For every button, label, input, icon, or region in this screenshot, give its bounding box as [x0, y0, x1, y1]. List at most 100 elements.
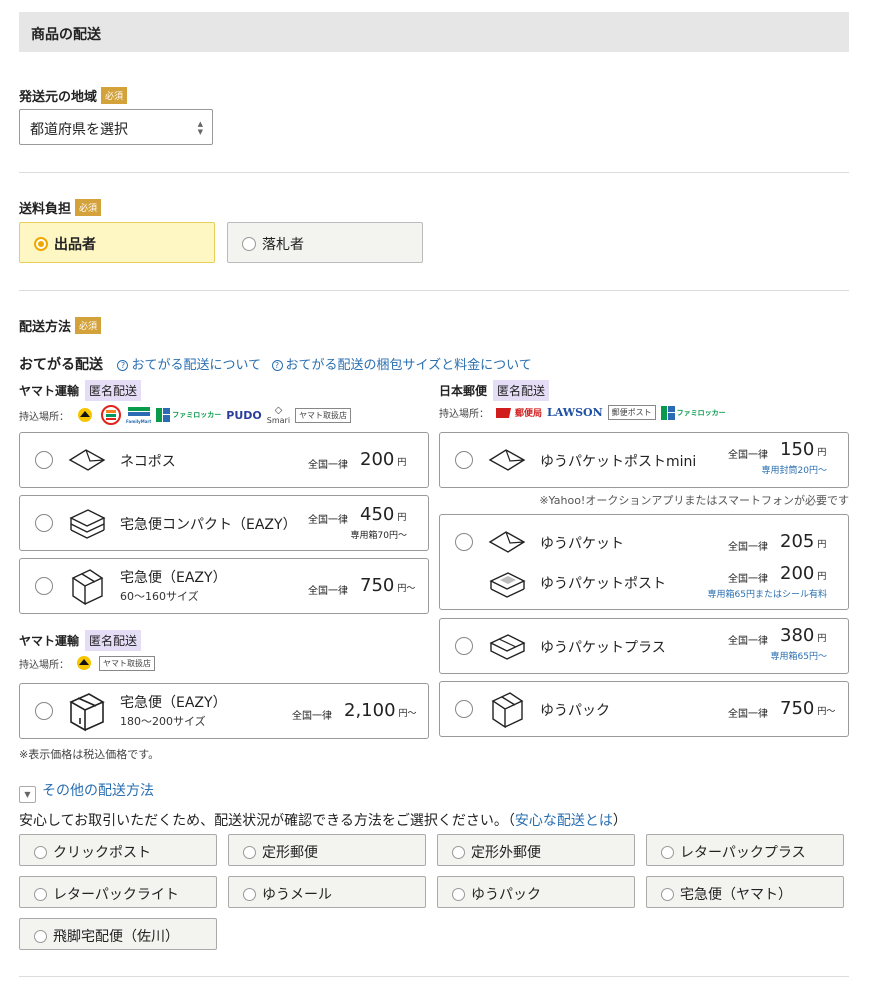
anon-badge: 匿名配送 [493, 380, 550, 401]
shipping-option-nekopos[interactable]: ネコポス 全国一律 200 円 [19, 432, 429, 488]
payer-option-seller[interactable]: 出品者 [19, 222, 215, 263]
otegaru-about-link[interactable]: ? おてがる配送について [117, 358, 261, 373]
other-option-teikeigai[interactable]: 定形外郵便 [437, 834, 635, 866]
price-unit: 円 [817, 634, 827, 644]
kuroneko-logo-icon [74, 655, 94, 671]
smari-logo-mark: ◇ [274, 405, 283, 416]
price-value: 750 [360, 575, 395, 596]
other-option-yumail[interactable]: ゆうメール [228, 876, 426, 908]
pudo-logo-icon: PUDO [226, 408, 262, 422]
shipping-option-takkyubin[interactable]: 宅急便（EAZY） 60〜160サイズ 全国一律 750 円〜 [19, 558, 429, 614]
post-office-logo-icon: 郵便局 [494, 406, 542, 420]
carrier-name: ヤマト運輸 [19, 384, 80, 398]
other-option-label: 宅急便（ヤマト） [680, 887, 792, 903]
radio-icon [455, 700, 473, 718]
packet-post-box-icon [489, 572, 526, 598]
otegaru-size-link-text: おてがる配送の梱包サイズと料金について [285, 358, 532, 373]
option-price: 750 円〜 [780, 698, 835, 719]
dropoff-label: 持込場所： [439, 409, 489, 420]
yamato-carrier-large: ヤマト運輸 匿名配送 [19, 630, 142, 651]
origin-label: 発送元の地域 必須 [19, 86, 128, 105]
radio-icon [452, 846, 465, 859]
radio-icon [661, 846, 674, 859]
option-note: 専用箱65円〜 [770, 652, 827, 662]
prefecture-select[interactable]: 都道府県を選択 ▲ ▼ [19, 109, 213, 145]
radio-icon [661, 888, 674, 901]
option-name: ゆうパケットポスト [540, 576, 666, 592]
other-option-letterpack-plus[interactable]: レターパックプラス [646, 834, 844, 866]
smari-logo-icon: ◇ Smari [267, 405, 290, 425]
other-methods-toggle[interactable]: ▼ その他の配送方法 [19, 780, 154, 803]
radio-checked-icon [34, 237, 48, 251]
uniform-label: 全国一律 [308, 515, 348, 526]
shipping-option-takkyubin-large[interactable]: 宅急便（EAZY） 180〜200サイズ 全国一律 2,100 円〜 [19, 683, 429, 739]
kuroneko-logo-icon [74, 406, 96, 424]
dropoff-label: 持込場所： [19, 659, 69, 671]
other-option-letterpack-light[interactable]: レターパックライト [19, 876, 217, 908]
option-name: ゆうパケットポストmini [540, 454, 697, 470]
uniform-label: 全国一律 [728, 709, 768, 720]
price-value: 150 [780, 439, 815, 460]
shipping-option-yupacket-plus[interactable]: ゆうパケットプラス 全国一律 380 円 専用箱65円〜 [439, 618, 849, 674]
uniform-label: 全国一律 [728, 636, 768, 647]
payer-option-label: 出品者 [54, 237, 96, 253]
other-option-label: レターパックライト [53, 887, 179, 903]
payer-option-buyer[interactable]: 落札者 [227, 222, 423, 263]
other-methods-toggle-text: その他の配送方法 [42, 783, 154, 799]
carrier-name: 日本郵便 [439, 384, 488, 398]
option-price: 205 円 [780, 531, 826, 552]
other-option-click-post[interactable]: クリックポスト [19, 834, 217, 866]
japanpost-dropoff: 持込場所： 郵便局 LAWSON 郵便ポスト ファミロッカー [439, 405, 726, 420]
compact-box-icon [69, 509, 106, 539]
option-price: 750 円〜 [360, 575, 415, 596]
notice-text: 安心してお取引いただくため、配送状況が確認できる方法をご選択ください。（ [19, 813, 515, 829]
uniform-label: 全国一律 [292, 711, 332, 722]
radio-icon [35, 702, 53, 720]
radio-icon [455, 637, 473, 655]
shipping-option-yupacket-post-mini[interactable]: ゆうパケットポストmini 全国一律 150 円 専用封筒20円〜 [439, 432, 849, 488]
price-unit: 円〜 [817, 707, 836, 717]
option-name: 宅急便コンパクト（EAZY） [120, 517, 297, 533]
shipping-option-yupack[interactable]: ゆうパック 全国一律 750 円〜 [439, 681, 849, 737]
radio-icon [455, 533, 473, 551]
option-name: 宅急便（EAZY） [120, 570, 227, 586]
tax-note: ※表示価格は税込価格です。 [19, 748, 160, 761]
radio-icon [34, 930, 47, 943]
option-note: 専用封筒20円〜 [761, 466, 827, 476]
carrier-name: ヤマト運輸 [19, 634, 80, 648]
option-name: ゆうパケット [540, 536, 624, 552]
option-price: 200 円 [360, 449, 406, 470]
payer-label-text: 送料負担 [19, 202, 72, 217]
price-value: 750 [780, 698, 815, 719]
yamato-store-tag: ヤマト取扱店 [99, 655, 155, 671]
radio-icon [452, 888, 465, 901]
safe-shipping-link[interactable]: 安心な配送とは [515, 813, 613, 829]
option-name: 宅急便（EAZY） [120, 695, 227, 711]
shipping-option-compact[interactable]: 宅急便コンパクト（EAZY） 全国一律 450 円 専用箱70円〜 [19, 495, 429, 551]
other-option-teikei[interactable]: 定形郵便 [228, 834, 426, 866]
other-option-sagawa[interactable]: 飛脚宅配便（佐川） [19, 918, 217, 950]
price-value: 205 [780, 531, 815, 552]
option-note: 専用箱65円またはシール有料 [707, 590, 827, 600]
packet-plus-box-icon [489, 634, 526, 660]
envelope-icon [68, 449, 106, 471]
price-value: 200 [360, 449, 395, 470]
otegaru-header: おてがる配送 ? おてがる配送について ? おてがる配送の梱包サイズと料金について [19, 354, 532, 374]
other-option-label: 飛脚宅配便（佐川） [53, 929, 179, 945]
price-unit: 円〜 [397, 584, 416, 594]
other-option-label: ゆうメール [262, 887, 332, 903]
other-option-yupack[interactable]: ゆうパック [437, 876, 635, 908]
other-option-yamato[interactable]: 宅急便（ヤマト） [646, 876, 844, 908]
post-office-logo-text: 郵便局 [515, 409, 543, 419]
price-value: 200 [780, 563, 815, 584]
other-option-label: レターパックプラス [680, 845, 806, 861]
familymart-logo-icon: FamilyMart [126, 406, 151, 424]
other-option-label: 定形郵便 [262, 845, 318, 861]
famirocker-logo-text: ファミロッカー [676, 408, 726, 417]
price-unit: 円 [817, 448, 827, 458]
radio-icon [34, 888, 47, 901]
radio-icon [243, 888, 256, 901]
famirocker-logo-text: ファミロッカー [172, 411, 222, 419]
otegaru-size-link[interactable]: ? おてがる配送の梱包サイズと料金について [271, 358, 532, 373]
shipping-option-yupacket-group[interactable]: ゆうパケット 全国一律 205 円 ゆうパケットポスト 全国一律 200 円 専用箱… [439, 514, 849, 610]
